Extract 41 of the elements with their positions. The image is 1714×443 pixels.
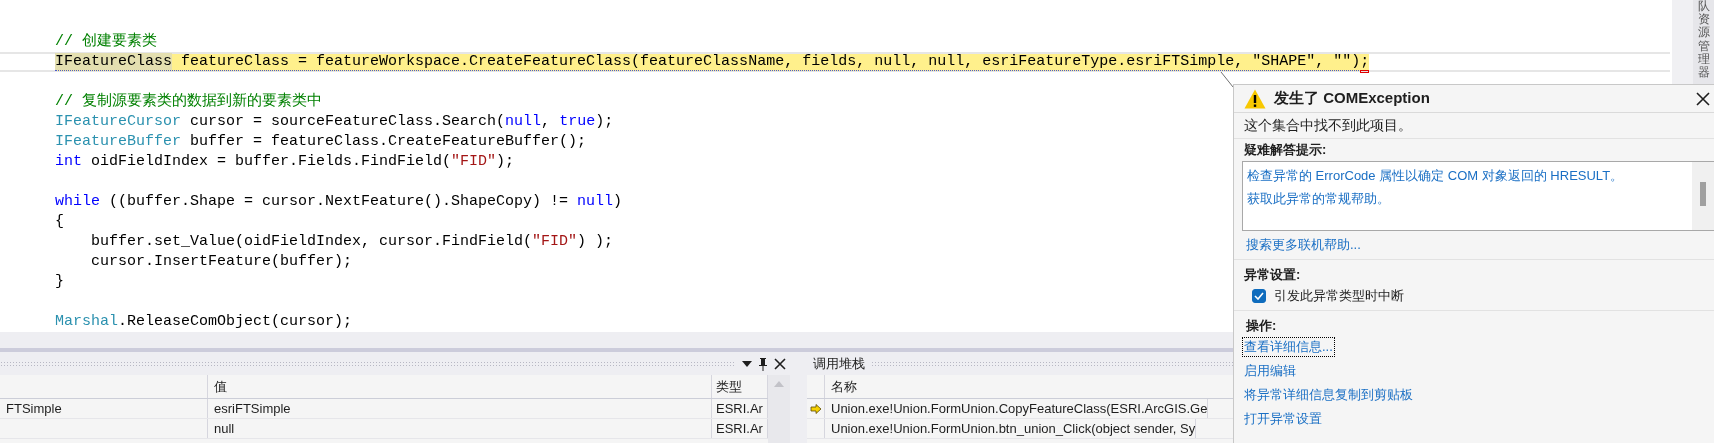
error-marker [1360,70,1370,73]
section-heading: 异常设置: [1244,266,1302,284]
code-line: IFeatureBuffer buffer = featureClass.CreateFeatureBuffer(); [55,132,587,152]
stack-frame[interactable]: Union.exe!Union.FormUnion.CopyFeatureClass(ESRI.ArcGIS.Ge [825,399,1209,418]
code-line: buffer.set_Value(oidFieldIndex, cursor.FindField("FID") ); [90,232,614,252]
scrollbar[interactable] [768,375,790,443]
help-link[interactable]: 搜索更多联机帮助... [1244,235,1363,255]
code-line: IFeatureCursor cursor = sourceFeatureClass.Search(null, true); [55,112,614,132]
code-line: // 创建要素类 [55,32,157,52]
action-link[interactable]: 打开异常设置 [1242,408,1324,429]
code-line: cursor.InsertFeature(buffer); [90,252,353,272]
column-header[interactable]: 值 [208,375,712,398]
warning-icon [1244,88,1266,109]
code-line: } [55,272,64,292]
checkbox[interactable] [1252,288,1266,303]
dropdown-icon[interactable] [742,360,752,367]
close-icon[interactable] [774,357,786,370]
table-cell: null [208,419,712,438]
stack-frame[interactable]: Union.exe!Union.FormUnion.btn_union_Click(object sender, Sy [825,419,1197,438]
tip-link[interactable]: 获取此异常的常规帮助。 [1247,187,1688,210]
checkbox-label[interactable]: 引发此异常类型时中断 [1274,286,1404,306]
action-link[interactable]: 查看详细信息... [1242,336,1335,357]
scrollbar-thumb[interactable] [1700,182,1706,206]
table-cell: FTSimple [0,399,208,418]
code-line: while ((buffer.Shape = cursor.NextFeature().ShapeCopy) != null) [55,192,623,212]
panel-title: 调用堆栈 [812,354,865,373]
code-line: // 复制源要素类的数据到新的要素类中 [55,92,322,112]
section-heading: 操作: [1245,316,1278,335]
scrollbar[interactable] [1692,162,1714,230]
action-link[interactable]: 将异常详细信息复制到剪贴板 [1242,384,1415,405]
section-heading: 疑难解答提示: [1244,141,1328,159]
code-line: { [55,212,64,232]
table-cell: esriFTSimple [208,399,712,418]
pin-icon[interactable] [758,356,768,371]
tip-link[interactable]: 检查异常的 ErrorCode 属性以确定 COM 对象返回的 HRESULT。 [1247,164,1688,187]
exception-title: 发生了 COMException [1274,88,1431,109]
exception-message: 这个集合中找不到此项目。 [1244,116,1413,135]
action-link[interactable]: 启用编辑 [1242,360,1298,381]
code-line: Marshal.ReleaseComObject(cursor); [55,312,353,332]
code-line: int oidFieldIndex = buffer.Fields.FindField("FID"); [55,152,515,172]
scroll-up-icon[interactable] [774,381,784,387]
